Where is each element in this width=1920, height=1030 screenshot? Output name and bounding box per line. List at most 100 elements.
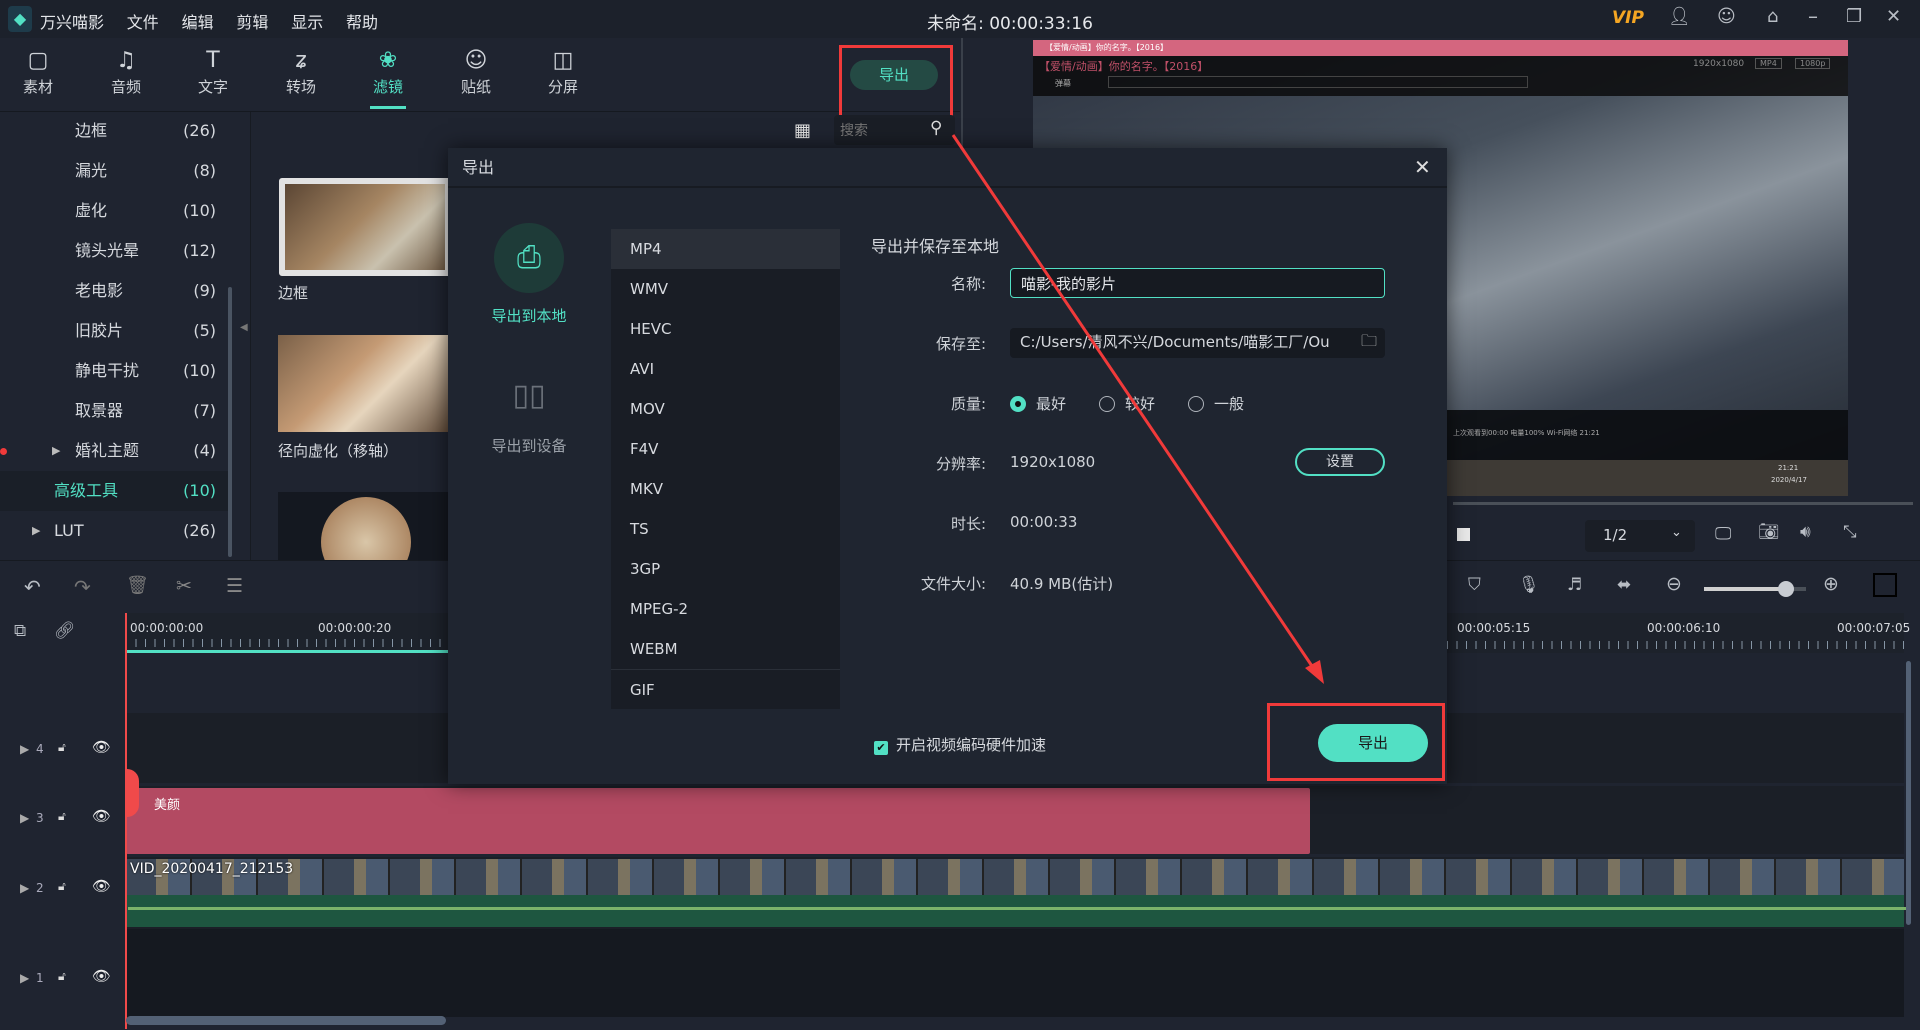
export-device-option[interactable]: ▯▯ 导出到设备	[468, 378, 590, 478]
export-local-option[interactable]: ⎙ 导出到本地	[468, 223, 590, 343]
format-option[interactable]: TS	[611, 509, 840, 549]
feedback-icon[interactable]: ☺	[1717, 6, 1736, 27]
marker-icon[interactable]: ⛉	[1468, 575, 1481, 595]
tab-audio[interactable]: ♫ 音频	[96, 46, 156, 97]
restore-icon[interactable]: ❐	[1846, 6, 1862, 27]
category-item[interactable]: 虚化 (10)	[0, 191, 228, 231]
lock-icon[interactable]: 🔓︎	[58, 740, 66, 755]
link-icon[interactable]: 🔗︎	[54, 621, 76, 641]
tab-text[interactable]: T 文字	[183, 46, 243, 97]
redo-icon[interactable]: ↷	[74, 575, 91, 599]
format-option[interactable]: MKV	[611, 469, 840, 509]
filter-thumb-circle[interactable]	[278, 492, 451, 560]
preview-progress[interactable]	[1453, 502, 1913, 505]
filter-thumb-radial-blur[interactable]	[278, 335, 451, 432]
zoom-in-icon[interactable]: ⊕	[1823, 573, 1839, 595]
zoom-out-icon[interactable]: ⊖	[1666, 573, 1682, 595]
fullscreen-icon[interactable]: ⤡	[1843, 522, 1857, 542]
expand-arrow-icon[interactable]: ▶	[32, 511, 40, 551]
category-item[interactable]: 取景器 (7)	[0, 391, 228, 431]
category-item[interactable]: 镜头光晕 (12)	[0, 231, 228, 271]
lock-icon[interactable]: 🔓︎	[58, 879, 66, 894]
settings-button[interactable]: 设置	[1295, 448, 1385, 476]
category-item[interactable]: 高级工具 (10)	[0, 471, 228, 511]
format-option[interactable]: AVI	[611, 349, 840, 389]
split-view-icon[interactable]	[1873, 573, 1897, 597]
format-option[interactable]: MPEG-2	[611, 589, 840, 629]
volume-icon[interactable]: 🔊︎	[1800, 522, 1811, 542]
format-option[interactable]: F4V	[611, 429, 840, 469]
tab-sticker[interactable]: ☺ 贴纸	[446, 46, 506, 97]
minimize-icon[interactable]: –	[1808, 4, 1818, 28]
eye-icon[interactable]: 👁︎	[92, 967, 111, 985]
undo-icon[interactable]: ↶	[24, 575, 41, 599]
format-option[interactable]: 3GP	[611, 549, 840, 589]
format-option[interactable]: WMV	[611, 269, 840, 309]
lock-icon[interactable]: 🔓︎	[58, 969, 66, 984]
search-input[interactable]	[840, 119, 920, 141]
camera-icon[interactable]: 📷︎	[1758, 522, 1780, 542]
format-option[interactable]: HEVC	[611, 309, 840, 349]
menu-file[interactable]: 文件	[127, 13, 159, 32]
close-window-icon[interactable]: ✕	[1886, 6, 1901, 27]
close-icon[interactable]: ✕	[1414, 155, 1431, 179]
quality-normal[interactable]: 一般	[1188, 393, 1244, 414]
tab-media[interactable]: ▢ 素材	[8, 46, 68, 97]
timeline-hscrollbar[interactable]	[126, 1016, 446, 1025]
save-path-field[interactable]: C:/Users/清风不兴/Documents/喵影工厂/Ou	[1010, 328, 1385, 358]
user-icon[interactable]: 👤︎	[1668, 6, 1691, 27]
category-item[interactable]: 静电干扰 (10)	[0, 351, 228, 391]
format-option[interactable]: MOV	[611, 389, 840, 429]
tab-transition[interactable]: ʑ 转场	[271, 46, 331, 97]
eye-icon[interactable]: 👁︎	[92, 738, 111, 756]
expand-arrow-icon[interactable]: ▶	[52, 431, 60, 471]
zoom-slider[interactable]	[1704, 581, 1806, 597]
menu-help[interactable]: 帮助	[346, 13, 378, 32]
collapse-panel-icon[interactable]: ◀	[240, 322, 248, 333]
name-input[interactable]	[1010, 268, 1385, 298]
category-scrollbar[interactable]	[228, 287, 232, 557]
mic-icon[interactable]: 🎙︎	[1518, 575, 1540, 595]
menu-edit[interactable]: 编辑	[182, 13, 214, 32]
eye-icon[interactable]: 👁︎	[92, 807, 111, 825]
filter-thumb-border[interactable]	[279, 178, 451, 276]
category-item[interactable]: 老电影 (9)	[0, 271, 228, 311]
search-box[interactable]: ⚲	[834, 115, 955, 145]
stop-icon[interactable]	[1457, 528, 1470, 541]
grid-view-icon[interactable]: ▦	[794, 120, 811, 141]
format-option[interactable]: WEBM	[611, 629, 840, 669]
lock-icon[interactable]: 🔓︎	[58, 809, 66, 824]
tab-splitscreen[interactable]: ◫ 分屏	[533, 46, 593, 97]
hw-accel-checkbox[interactable]: ✔ 开启视频编码硬件加速	[874, 734, 1046, 755]
add-track-icon[interactable]: ⧉	[14, 621, 26, 641]
category-item[interactable]: ▶ LUT (26)	[0, 511, 228, 551]
folder-icon[interactable]: 🗀	[1361, 330, 1377, 357]
quality-best[interactable]: 最好	[1010, 393, 1066, 414]
display-icon[interactable]: 🖵︎	[1715, 524, 1731, 544]
audio-mix-icon[interactable]: ♬	[1567, 575, 1582, 595]
fit-timeline-icon[interactable]: ⬌	[1617, 575, 1631, 595]
page-select[interactable]: 1/2 ⌄	[1585, 520, 1695, 552]
eye-icon[interactable]: 👁︎	[92, 877, 111, 895]
category-item[interactable]: 漏光 (8)	[0, 151, 228, 191]
playhead-handle[interactable]	[126, 769, 139, 817]
video-clip[interactable]: VID_20200417_212153	[126, 859, 1906, 927]
ruler-left[interactable]: 00:00:00:00 00:00:00:20	[126, 613, 448, 653]
tab-filter[interactable]: ❀ 滤镜	[358, 46, 418, 109]
category-item[interactable]: ▶ 婚礼主题 (4)	[0, 431, 228, 471]
delete-icon[interactable]: 🗑︎	[126, 575, 149, 596]
format-option[interactable]: GIF	[611, 669, 840, 709]
vip-badge[interactable]: VIP	[1612, 8, 1644, 28]
menu-clip[interactable]: 剪辑	[236, 13, 268, 32]
search-icon[interactable]: ⚲	[930, 118, 942, 138]
store-icon[interactable]: ⌂	[1767, 6, 1778, 27]
effect-clip[interactable]: 美颜	[126, 788, 1310, 854]
category-item[interactable]: 旧胶片 (5)	[0, 311, 228, 351]
quality-better[interactable]: 较好	[1099, 393, 1155, 414]
ruler-right[interactable]: 00:00:05:15 00:00:06:10 00:00:07:05	[1447, 613, 1910, 653]
category-item[interactable]: 边框 (26)	[0, 111, 228, 151]
format-option[interactable]: MP4	[611, 229, 840, 269]
timeline-vscrollbar[interactable]	[1906, 661, 1911, 925]
menu-view[interactable]: 显示	[291, 13, 323, 32]
cut-icon[interactable]: ✂	[176, 575, 192, 597]
